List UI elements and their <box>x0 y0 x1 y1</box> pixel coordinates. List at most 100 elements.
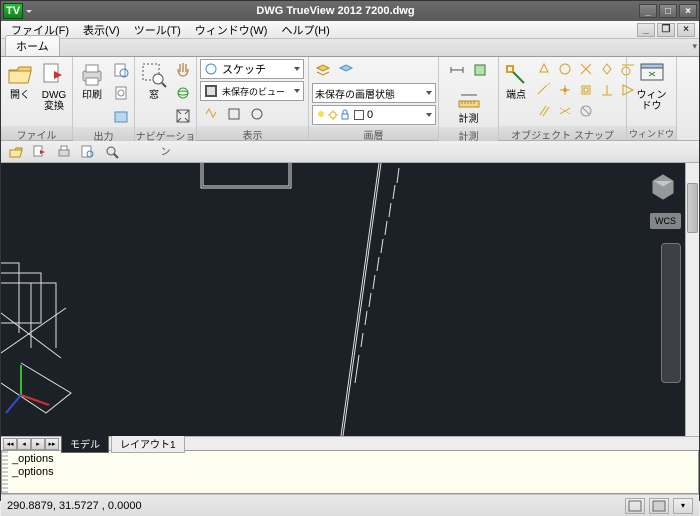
view-cube[interactable] <box>645 169 681 205</box>
endpoint-button[interactable]: 端点 <box>502 59 530 103</box>
osnap-midpoint[interactable] <box>534 59 554 79</box>
command-panel[interactable]: _options _options <box>1 450 699 494</box>
app-menu-dropdown[interactable] <box>25 3 32 19</box>
tab-nav-last[interactable]: ▸▸ <box>45 438 59 450</box>
ribbon-group-navigation: 窓 ナビゲーション <box>135 57 197 140</box>
mdi-minimize-button[interactable]: _ <box>637 23 655 37</box>
window-split-icon <box>638 61 666 89</box>
plot-preview-button[interactable] <box>110 59 132 81</box>
qat-zoom-button[interactable] <box>103 143 121 161</box>
ribbon-group-measure: 計測 計測 <box>439 57 499 140</box>
osnap-insert[interactable] <box>576 80 596 100</box>
visual-style-combo[interactable]: スケッチ <box>200 59 304 79</box>
tab-nav-next[interactable]: ▸ <box>31 438 45 450</box>
osnap-intersection[interactable] <box>576 59 596 79</box>
ruler-icon <box>455 85 483 113</box>
pan-button[interactable] <box>172 59 194 81</box>
print-button[interactable]: 印刷 <box>76 59 108 103</box>
osnap-none[interactable] <box>576 101 596 121</box>
layer-properties-button[interactable] <box>312 59 334 81</box>
display-tool-2[interactable] <box>223 103 245 125</box>
qat-convert-button[interactable] <box>31 143 49 161</box>
dwg-convert-button[interactable]: DWG 変換 <box>38 59 70 114</box>
osnap-center[interactable] <box>555 59 575 79</box>
status-tray-button[interactable]: ▾ <box>673 498 693 514</box>
orbit-button[interactable] <box>172 82 194 104</box>
ribbon-collapse-button[interactable]: ▾ <box>692 41 697 52</box>
app-logo[interactable]: TV <box>3 3 23 19</box>
ribbon-group-window: ウィンドウ ウィンドウ <box>627 57 677 140</box>
ribbon-tab-home[interactable]: ホーム <box>5 35 60 56</box>
lock-icon <box>339 109 351 121</box>
ribbon-tab-strip: ホーム ▾ <box>1 39 699 57</box>
maximize-button[interactable]: □ <box>659 4 677 18</box>
scrollbar-thumb[interactable] <box>687 183 698 233</box>
osnap-parallel[interactable] <box>534 101 554 121</box>
qat-print-button[interactable] <box>55 143 73 161</box>
layer-states-button[interactable] <box>335 59 357 81</box>
tab-nav-prev[interactable]: ◂ <box>17 438 31 450</box>
qat-preview-button[interactable] <box>79 143 97 161</box>
osnap-apparent[interactable] <box>555 101 575 121</box>
tab-nav-first[interactable]: ◂◂ <box>3 438 17 450</box>
window-button[interactable]: ウィンドウ <box>630 59 673 114</box>
page-setup-button[interactable] <box>110 82 132 104</box>
ribbon-group-label: 出力 <box>73 127 134 141</box>
zoom-window-button[interactable]: 窓 <box>138 59 170 103</box>
osnap-grid <box>534 59 638 121</box>
qat-open-button[interactable] <box>7 143 25 161</box>
ribbon-group-file: 開く DWG 変換 ファイル <box>1 57 73 140</box>
ribbon-group-display: スケッチ 未保存のビュー 表示 <box>197 57 309 140</box>
layer-state-combo[interactable]: 未保存の画層状態 <box>312 83 436 103</box>
osnap-node[interactable] <box>555 80 575 100</box>
title-bar: TV DWG TrueView 2012 7200.dwg _ □ × <box>1 1 699 21</box>
endpoint-icon <box>502 61 530 89</box>
layer-color-swatch <box>354 110 364 120</box>
quick-toolbar <box>1 141 699 163</box>
layer-combo[interactable]: 0 <box>312 105 436 125</box>
mdi-restore-button[interactable]: ❐ <box>657 23 675 37</box>
ribbon-group-label: ウィンドウ <box>627 126 676 140</box>
command-history: _options _options <box>8 451 698 493</box>
close-button[interactable]: × <box>679 4 697 18</box>
sketch-icon <box>203 61 219 77</box>
menu-help[interactable]: ヘルプ(H) <box>275 21 335 39</box>
sun-icon <box>327 109 339 121</box>
ribbon: 開く DWG 変換 ファイル 印刷 出力 <box>1 57 699 141</box>
ribbon-group-label: ファイル <box>1 126 72 140</box>
lightbulb-icon <box>315 109 327 121</box>
menu-view[interactable]: 表示(V) <box>77 21 126 39</box>
dwg-convert-icon <box>40 61 68 89</box>
distance-button[interactable] <box>446 59 468 81</box>
coordinate-readout: 290.8879, 31.5727 , 0.0000 <box>7 500 142 512</box>
minimize-button[interactable]: _ <box>639 4 657 18</box>
layer-0-label: 0 <box>367 109 373 121</box>
vertical-scrollbar[interactable] <box>685 163 699 436</box>
open-button[interactable]: 開く <box>4 59 36 103</box>
menu-bar: ファイル(F) 表示(V) ツール(T) ウィンドウ(W) ヘルプ(H) _ ❐… <box>1 21 699 39</box>
zoom-window-icon <box>140 61 168 89</box>
export-button[interactable] <box>110 105 132 127</box>
measure-button[interactable]: 計測 <box>447 83 491 127</box>
menu-window[interactable]: ウィンドウ(W) <box>189 21 274 39</box>
ribbon-group-output: 印刷 出力 <box>73 57 135 140</box>
view-combo[interactable]: 未保存のビュー <box>200 81 304 101</box>
menu-tools[interactable]: ツール(T) <box>128 21 187 39</box>
drawing-canvas[interactable]: WCS <box>1 163 685 436</box>
area-button[interactable] <box>469 59 491 81</box>
ribbon-group-label: 画層 <box>309 126 438 140</box>
osnap-quadrant[interactable] <box>597 59 617 79</box>
display-tool-1[interactable] <box>200 103 222 125</box>
status-layout-button[interactable] <box>649 498 669 514</box>
navigation-bar[interactable] <box>661 243 681 383</box>
ribbon-group-label: 表示 <box>197 126 308 140</box>
display-tool-3[interactable] <box>246 103 268 125</box>
wcs-badge[interactable]: WCS <box>650 213 681 229</box>
mdi-close-button[interactable]: × <box>677 23 695 37</box>
sheet-tab-bar: ◂◂ ◂ ▸ ▸▸ モデル レイアウト1 <box>1 436 699 450</box>
status-model-button[interactable] <box>625 498 645 514</box>
osnap-perpendicular[interactable] <box>597 80 617 100</box>
zoom-extents-button[interactable] <box>172 105 194 127</box>
ribbon-group-label: ナビゲーション <box>135 127 196 141</box>
osnap-extension[interactable] <box>534 80 554 100</box>
